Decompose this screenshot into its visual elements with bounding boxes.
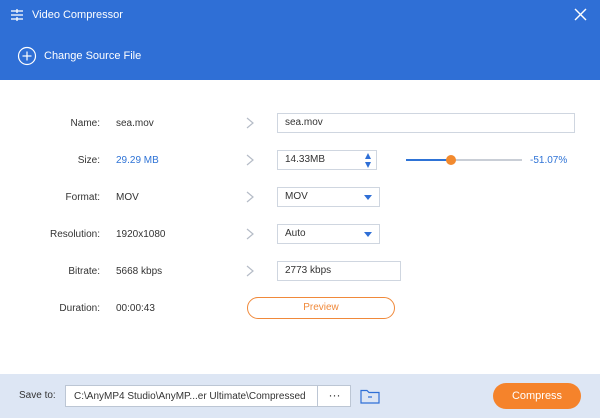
browse-button[interactable]: ··· (318, 386, 351, 406)
size-slider[interactable] (406, 155, 522, 165)
duration-label: Duration: (59, 303, 100, 314)
chevron-right-icon (246, 154, 254, 166)
change-source-file-label: Change Source File (44, 50, 142, 62)
format-select-value: MOV (285, 191, 308, 202)
window-title: Video Compressor (32, 9, 123, 21)
add-circle-icon (17, 46, 37, 66)
size-stepper-value: 14.33MB (285, 154, 326, 165)
preview-button[interactable]: Preview (247, 297, 395, 319)
folder-icon[interactable] (360, 388, 380, 404)
chevron-right-icon (246, 191, 254, 203)
compress-button[interactable]: Compress (493, 383, 581, 409)
title-bar: Video Compressor (0, 0, 600, 30)
app-icon (11, 9, 23, 21)
resolution-select-value: Auto (285, 228, 306, 239)
duration-value: 00:00:43 (116, 303, 155, 314)
save-to-label: Save to: (19, 390, 56, 401)
chevron-right-icon (246, 117, 254, 129)
bitrate-value: 5668 kbps (116, 266, 163, 277)
name-value: sea.mov (116, 118, 154, 129)
size-value: 29.29 MB (116, 155, 159, 166)
spin-down-icon[interactable] (364, 161, 372, 169)
size-slider-fill (406, 159, 451, 161)
dropdown-arrow-icon (364, 195, 372, 200)
size-percent: -51.07% (530, 155, 568, 166)
change-source-file-button[interactable]: Change Source File (17, 45, 141, 67)
resolution-select[interactable]: Auto (277, 224, 380, 244)
spin-up-icon[interactable] (364, 152, 372, 160)
size-slider-thumb[interactable] (445, 155, 456, 165)
footer-bar: Save to: C:\AnyMP4 Studio\AnyMP...er Ult… (0, 374, 600, 418)
save-path-text: C:\AnyMP4 Studio\AnyMP...er Ultimate\Com… (74, 391, 306, 402)
name-label: Name: (70, 118, 100, 129)
bitrate-input[interactable]: 2773 kbps (277, 261, 401, 281)
resolution-value: 1920x1080 (116, 229, 166, 240)
bitrate-label: Bitrate: (68, 266, 100, 277)
name-input[interactable]: sea.mov (277, 113, 575, 133)
format-value: MOV (116, 192, 139, 203)
chevron-right-icon (246, 265, 254, 277)
size-label: Size: (77, 155, 100, 166)
settings-panel: Name: sea.mov sea.mov Size: 29.29 MB 14.… (0, 80, 600, 374)
dropdown-arrow-icon (364, 232, 372, 237)
format-label: Format: (65, 192, 100, 203)
resolution-label: Resolution: (49, 229, 100, 240)
close-icon[interactable] (573, 7, 588, 22)
toolbar: Change Source File (0, 30, 600, 80)
save-path-field[interactable]: C:\AnyMP4 Studio\AnyMP...er Ultimate\Com… (65, 385, 351, 407)
size-stepper[interactable]: 14.33MB (277, 150, 377, 170)
format-select[interactable]: MOV (277, 187, 380, 207)
chevron-right-icon (246, 228, 254, 240)
